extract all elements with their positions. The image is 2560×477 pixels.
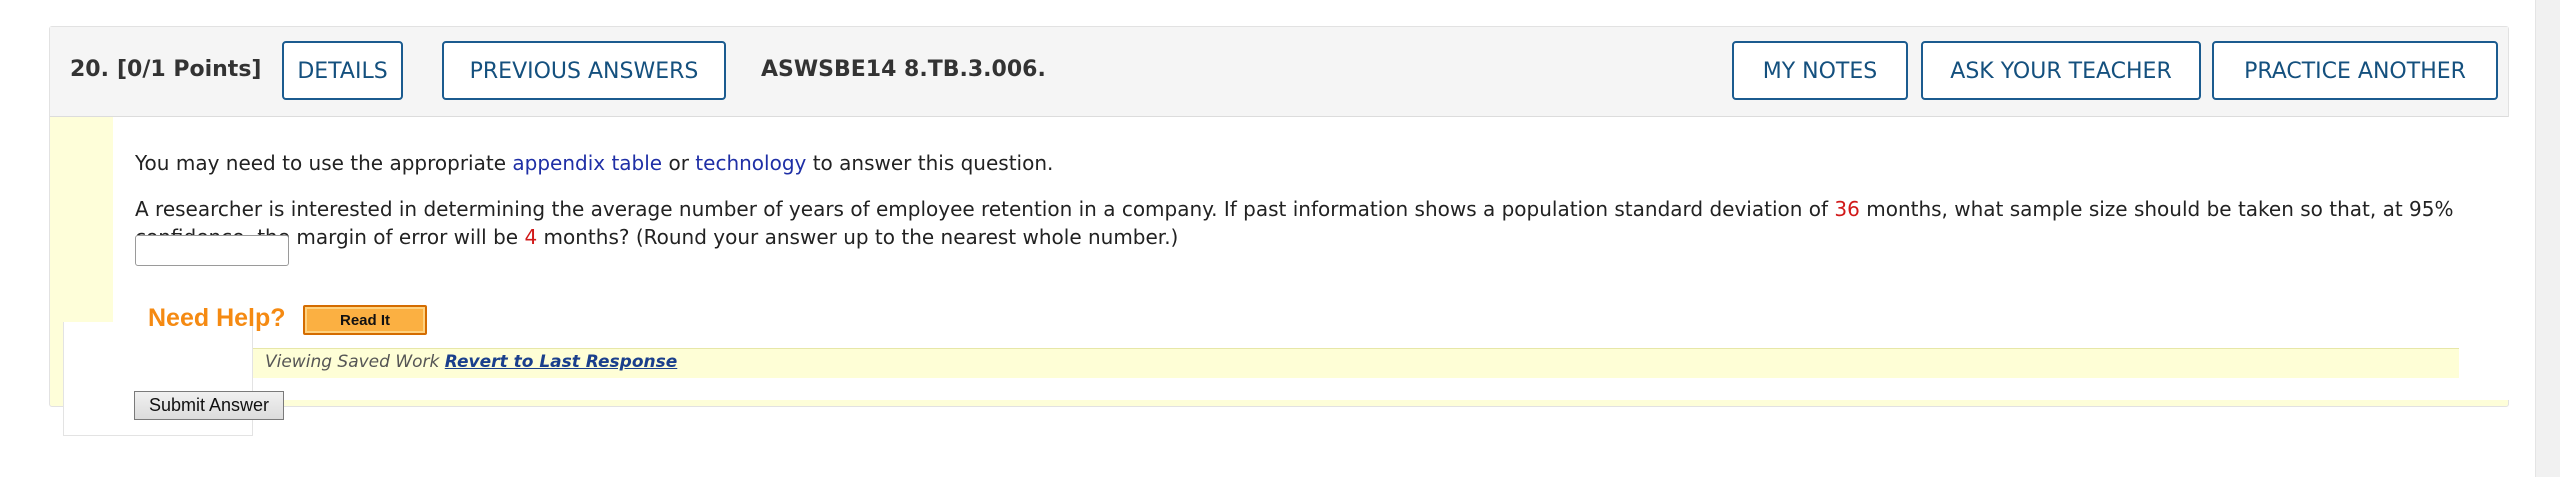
intro-middle: or	[668, 151, 689, 175]
saved-work-label: Viewing Saved Work	[265, 352, 440, 372]
question-number: 20.	[70, 57, 109, 82]
page-scrollbar[interactable]	[2535, 0, 2560, 477]
appendix-table-link[interactable]: appendix table	[512, 151, 662, 175]
saved-work-bar: Viewing Saved Work Revert to Last Respon…	[253, 348, 2459, 378]
prompt-line-1: A researcher is interested in determinin…	[135, 197, 2454, 221]
question-code: ASWSBE14 8.TB.3.006.	[761, 57, 1046, 82]
need-help-label: Need Help?	[148, 304, 286, 332]
revert-to-last-response-link[interactable]: Revert to Last Response	[445, 352, 678, 372]
page: 20. [0/1 Points] DETAILS PREVIOUS ANSWER…	[0, 0, 2560, 477]
previous-answers-button[interactable]: PREVIOUS ANSWERS	[442, 41, 726, 100]
submit-answer-button[interactable]: Submit Answer	[134, 391, 284, 420]
saved-work-text: Viewing Saved Work Revert to Last Respon…	[265, 352, 677, 372]
question-header: 20. [0/1 Points] DETAILS PREVIOUS ANSWER…	[50, 27, 2508, 117]
details-button[interactable]: DETAILS	[282, 41, 403, 100]
intro-before: You may need to use the appropriate	[135, 151, 507, 175]
question-points: [0/1 Points]	[117, 57, 262, 82]
intro-text: You may need to use the appropriate appe…	[135, 151, 1053, 175]
margin-value: 4	[524, 225, 538, 249]
technology-link[interactable]: technology	[695, 151, 806, 175]
answer-input[interactable]	[135, 235, 289, 266]
intro-after: to answer this question.	[812, 151, 1054, 175]
ask-your-teacher-button[interactable]: ASK YOUR TEACHER	[1921, 41, 2201, 100]
prompt-line2-after: months? (Round your answer up to the nea…	[543, 225, 1179, 249]
std-dev-value: 36	[1834, 197, 1860, 221]
prompt-line1-before: A researcher is interested in determinin…	[135, 197, 1829, 221]
prompt-line-2: confidence, the margin of error will be …	[135, 225, 1178, 249]
read-it-button[interactable]: Read It	[303, 305, 427, 335]
my-notes-button[interactable]: MY NOTES	[1732, 41, 1908, 100]
practice-another-button[interactable]: PRACTICE ANOTHER	[2212, 41, 2498, 100]
prompt-line1-after: months, what sample size should be taken…	[1866, 197, 2454, 221]
